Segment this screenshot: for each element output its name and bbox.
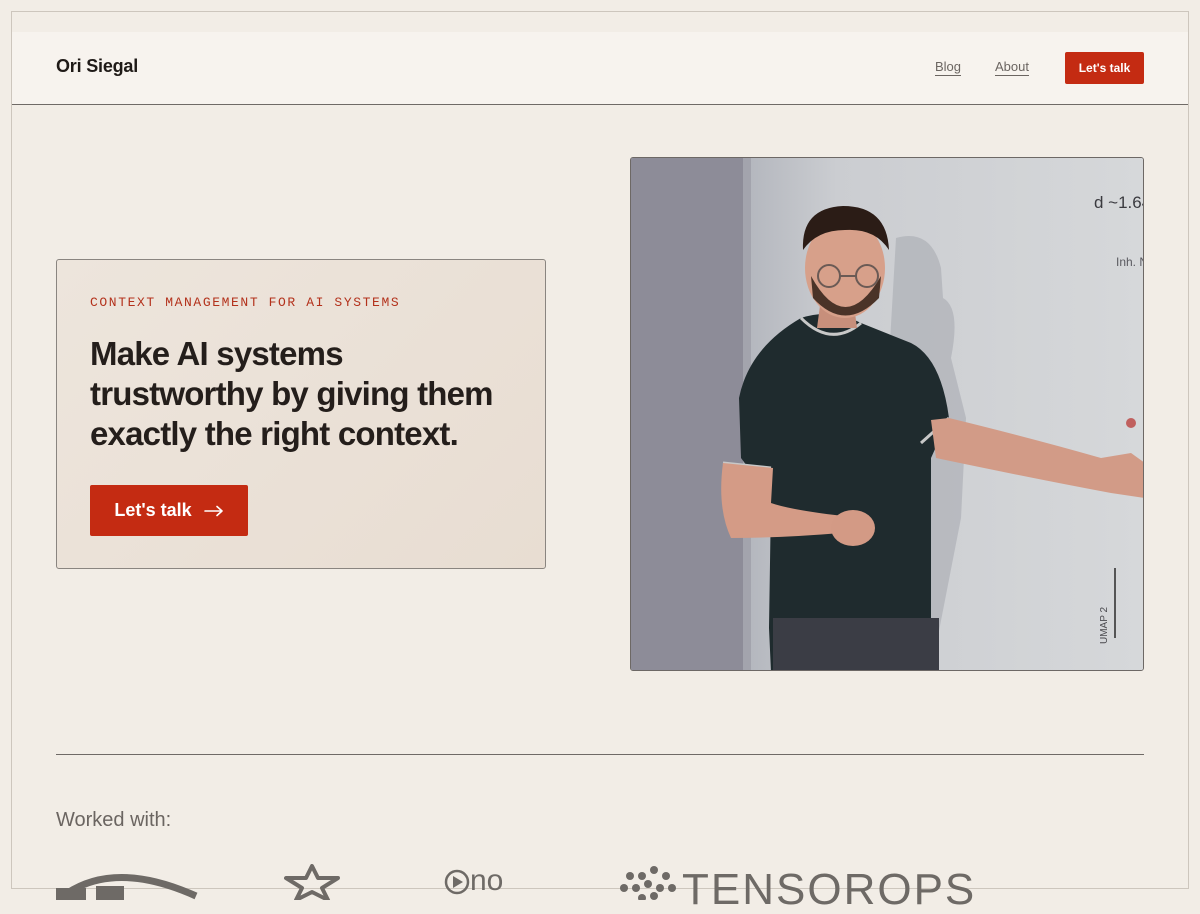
speaker-photo: d ~1.64 m Inh. N UMAP 2 xyxy=(630,157,1144,671)
header-lets-talk-button[interactable]: Let's talk xyxy=(1065,52,1144,84)
hero-eyebrow: CONTEXT MANAGEMENT FOR AI SYSTEMS xyxy=(90,295,401,310)
slide-text-umap: UMAP 2 xyxy=(1099,607,1110,644)
slide-text-inh: Inh. N xyxy=(1116,255,1144,269)
ono-play-icon xyxy=(444,869,470,895)
nav-link-blog[interactable]: Blog xyxy=(935,59,962,76)
section-divider xyxy=(56,754,1144,755)
client-logo-1 xyxy=(56,874,198,900)
tensorops-logo: TENSOROPS xyxy=(620,866,974,912)
nav-link-about[interactable]: About xyxy=(995,59,1029,76)
arrow-right-icon xyxy=(203,505,223,516)
tensorops-grid-icon xyxy=(620,866,676,900)
ono-logo: no xyxy=(444,864,524,900)
ono-logo-text: no xyxy=(470,864,504,897)
hero-headline: Make AI systems trustworthy by giving th… xyxy=(90,335,494,452)
site-header: Ori Siegal Blog About Let's talk xyxy=(12,32,1188,105)
clients-heading: Worked with: xyxy=(56,809,172,831)
hero-cta-label: Let's talk xyxy=(114,500,192,520)
client-logo-2 xyxy=(284,864,340,900)
slide-text-distance: d ~1.64 m xyxy=(1094,193,1144,212)
hero-lets-talk-button[interactable]: Let's talk xyxy=(90,485,248,536)
site-brand[interactable]: Ori Siegal xyxy=(56,56,138,77)
hero-card: CONTEXT MANAGEMENT FOR AI SYSTEMS Make A… xyxy=(56,259,546,569)
speaker-photo-illustration: d ~1.64 m Inh. N UMAP 2 xyxy=(631,158,1144,670)
tensorops-logo-text: TENSOROPS xyxy=(682,865,977,914)
